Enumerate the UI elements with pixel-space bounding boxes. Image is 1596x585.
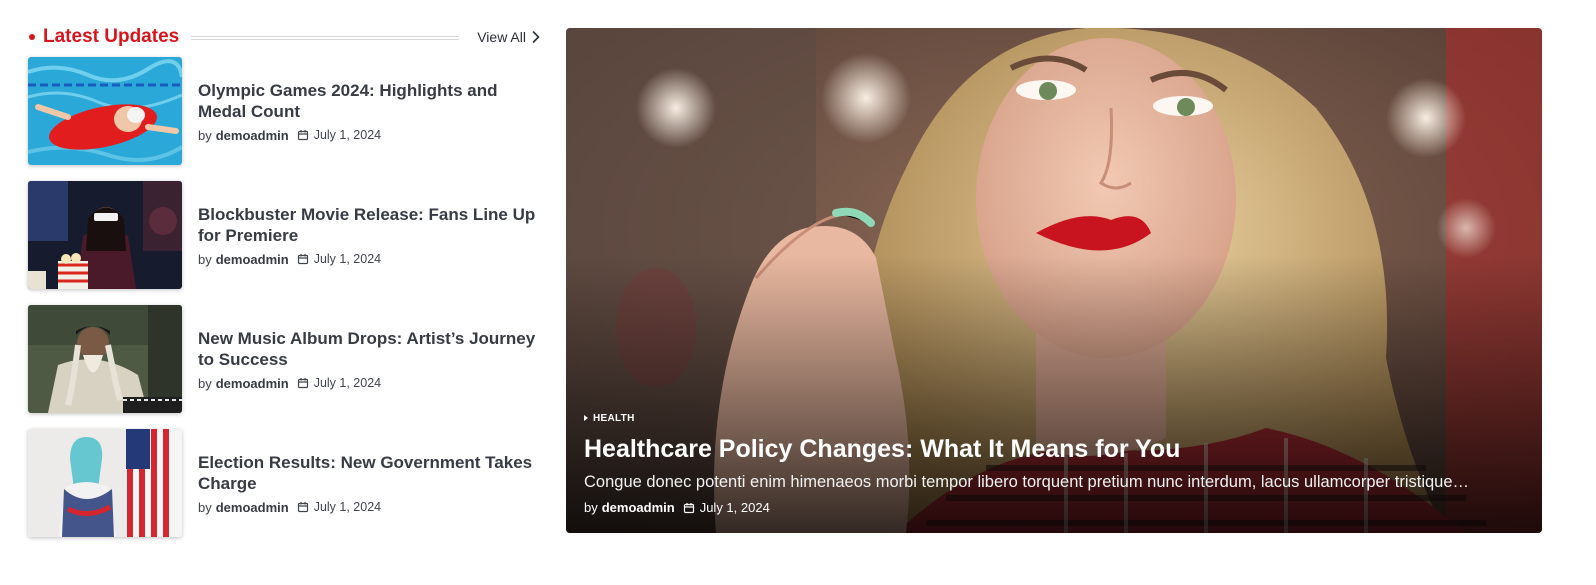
- post-date: July 1, 2024: [313, 128, 382, 142]
- post-body: Olympic Games 2024: Highlights and Medal…: [198, 80, 540, 143]
- by-label: by: [198, 375, 212, 391]
- chevron-right-icon: [532, 31, 540, 43]
- post-title[interactable]: Olympic Games 2024: Highlights and Medal…: [198, 80, 540, 122]
- by-label: by: [198, 251, 212, 267]
- list-item: Election Results: New Government Takes C…: [28, 429, 540, 537]
- post-body: Blockbuster Movie Release: Fans Line Up …: [198, 204, 540, 267]
- post-thumbnail-musician[interactable]: [28, 305, 182, 413]
- post-thumbnail-movie[interactable]: [28, 181, 182, 289]
- post-meta: by demoadmin July 1, 2024: [198, 500, 540, 515]
- featured-post-card[interactable]: HEALTH Healthcare Policy Changes: What I…: [566, 28, 1542, 533]
- calendar-icon: [683, 502, 694, 513]
- author-link[interactable]: demoadmin: [216, 252, 289, 267]
- calendar-icon: [297, 502, 308, 513]
- category-label: HEALTH: [593, 412, 635, 424]
- post-list: Olympic Games 2024: Highlights and Medal…: [28, 57, 540, 537]
- post-meta: by demoadmin July 1, 2024: [198, 128, 540, 143]
- view-all-link[interactable]: View All: [477, 29, 540, 45]
- list-item: Olympic Games 2024: Highlights and Medal…: [28, 57, 540, 165]
- post-body: New Music Album Drops: Artist’s Journey …: [198, 328, 540, 391]
- post-title[interactable]: Election Results: New Government Takes C…: [198, 452, 540, 494]
- section-header: Latest Updates View All: [28, 24, 540, 50]
- by-label: by: [584, 500, 598, 515]
- post-thumbnail-election[interactable]: [28, 429, 182, 537]
- latest-updates-widget: Latest Updates View All Olympic Games 20…: [28, 24, 540, 553]
- featured-content: HEALTH Healthcare Policy Changes: What I…: [584, 408, 1502, 515]
- featured-excerpt: Congue donec potenti enim himenaeos morb…: [584, 473, 1470, 491]
- calendar-icon: [297, 378, 308, 389]
- category-link[interactable]: HEALTH: [584, 413, 635, 424]
- post-title[interactable]: New Music Album Drops: Artist’s Journey …: [198, 328, 540, 370]
- post-meta: by demoadmin July 1, 2024: [198, 376, 540, 391]
- section-title-text: Latest Updates: [43, 26, 180, 47]
- section-dot-icon: [29, 34, 35, 40]
- featured-meta: by demoadmin July 1, 2024: [584, 500, 1502, 515]
- post-body: Election Results: New Government Takes C…: [198, 452, 540, 515]
- author-link[interactable]: demoadmin: [216, 376, 289, 391]
- post-date: July 1, 2024: [313, 500, 382, 514]
- list-item: Blockbuster Movie Release: Fans Line Up …: [28, 181, 540, 289]
- list-item: New Music Album Drops: Artist’s Journey …: [28, 305, 540, 413]
- post-date: July 1, 2024: [313, 376, 382, 390]
- author-link[interactable]: demoadmin: [216, 500, 289, 515]
- calendar-icon: [297, 130, 308, 141]
- author-link[interactable]: demoadmin: [216, 128, 289, 143]
- post-date: July 1, 2024: [699, 500, 770, 515]
- calendar-icon: [297, 254, 308, 265]
- post-thumbnail-swimmer[interactable]: [28, 57, 182, 165]
- post-meta: by demoadmin July 1, 2024: [198, 252, 540, 267]
- section-divider: [191, 36, 460, 40]
- author-link[interactable]: demoadmin: [602, 500, 675, 515]
- view-all-label: View All: [477, 29, 526, 45]
- by-label: by: [198, 127, 212, 143]
- category-triangle-icon: [584, 415, 588, 421]
- featured-title[interactable]: Healthcare Policy Changes: What It Means…: [584, 434, 1502, 464]
- post-date: July 1, 2024: [313, 252, 382, 266]
- section-title: Latest Updates: [28, 26, 179, 48]
- by-label: by: [198, 499, 212, 515]
- post-title[interactable]: Blockbuster Movie Release: Fans Line Up …: [198, 204, 540, 246]
